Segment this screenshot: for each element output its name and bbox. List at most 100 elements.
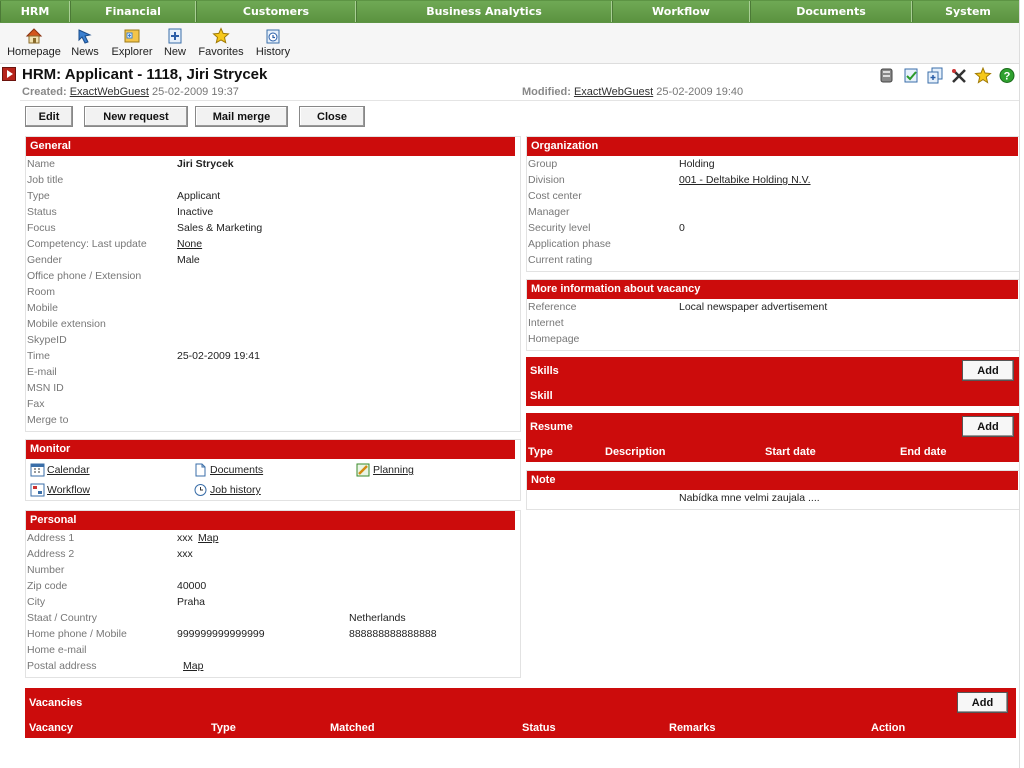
vacancy-info-section: More information about vacancy Reference… <box>526 279 1022 351</box>
created-user-link[interactable]: ExactWebGuest <box>70 86 149 98</box>
address1-label: Address 1 <box>27 532 75 544</box>
field-row: Room <box>26 284 520 300</box>
tools-icon[interactable] <box>950 67 968 84</box>
modified-label: Modified: <box>522 86 571 98</box>
field-row: Competency: Last update None <box>26 236 520 252</box>
menu-workflow[interactable]: Workflow <box>612 1 750 22</box>
field-row: Job title <box>26 172 520 188</box>
field-value[interactable]: 001 - Deltabike Holding N.V. <box>679 172 811 188</box>
organization-section: Organization Group Holding Division 001 - D… <box>526 136 1022 272</box>
field-label: Office phone / Extension <box>27 270 142 282</box>
vacancies-section: Vacancies Add Vacancy Type Matched Statu… <box>25 688 1016 738</box>
field-row: Application phase <box>527 236 1021 252</box>
field-row: Homepage <box>527 331 1021 347</box>
resume-header: Resume <box>530 421 573 433</box>
menu-documents[interactable]: Documents <box>750 1 912 22</box>
page-title: HRM: Applicant - 1118, Jiri Strycek <box>22 66 268 83</box>
staat-country-label: Staat / Country <box>27 612 98 624</box>
new-icon <box>168 28 182 44</box>
field-value[interactable]: None <box>177 236 202 252</box>
scrollbar-edge[interactable] <box>1019 0 1024 768</box>
field-value: 0 <box>679 222 685 234</box>
field-label: Security level <box>528 222 591 234</box>
menu-business-analytics[interactable]: Business Analytics <box>356 1 612 22</box>
country-row: Staat / Country Netherlands <box>26 610 520 626</box>
calendar-icon <box>30 463 45 477</box>
toolbar-homepage[interactable]: Homepage <box>7 27 61 58</box>
skills-add-button[interactable]: Add <box>962 360 1014 381</box>
edit-button[interactable]: Edit <box>25 106 73 127</box>
vacancies-add-button[interactable]: Add <box>957 692 1008 713</box>
title-tools: ? <box>878 66 1016 84</box>
mail-merge-button[interactable]: Mail merge <box>195 106 288 127</box>
zip-label: Zip code <box>27 580 68 592</box>
created-date: 25-02-2009 19:37 <box>152 86 239 98</box>
field-value: Male <box>177 254 200 266</box>
field-label: MSN ID <box>27 382 64 394</box>
menu-financial[interactable]: Financial <box>70 1 196 22</box>
toolbar-favorites[interactable]: Favorites <box>197 27 245 58</box>
field-row: Mobile extension <box>26 316 520 332</box>
toolbar-news[interactable]: News <box>67 27 103 58</box>
created-label: Created: <box>22 86 67 98</box>
toolbar-explorer[interactable]: Explorer <box>110 27 154 58</box>
address1-map-link[interactable]: Map <box>198 530 218 546</box>
number-row: Number <box>26 562 520 578</box>
note-text: Nabídka mne velmi zaujala .... <box>679 492 820 504</box>
personal-section: Personal Address 1 xxx Map Address 2 xxx… <box>25 510 521 678</box>
field-value: Sales & Marketing <box>177 222 263 234</box>
close-button[interactable]: Close <box>299 106 365 127</box>
field-row: Cost center <box>527 188 1021 204</box>
svg-text:?: ? <box>1004 71 1011 83</box>
field-row: Fax <box>26 396 520 412</box>
note-row: Nabídka mne velmi zaujala .... <box>527 490 1021 506</box>
field-row: Manager <box>527 204 1021 220</box>
explorer-icon <box>124 29 140 43</box>
monitor-planning[interactable]: Planning <box>356 463 414 477</box>
modified-user-link[interactable]: ExactWebGuest <box>574 86 653 98</box>
personal-header: Personal <box>26 511 515 530</box>
monitor-calendar[interactable]: Calendar <box>30 463 90 477</box>
monitor-documents[interactable]: Documents <box>193 463 263 477</box>
monitor-workflow[interactable]: Workflow <box>30 483 90 497</box>
postal-row: Postal address Map <box>26 658 520 674</box>
field-label: Time <box>27 350 50 362</box>
note-header: Note <box>527 471 1018 490</box>
print-icon[interactable] <box>878 67 896 84</box>
field-label: Gender <box>27 254 63 266</box>
menu-system[interactable]: System <box>912 1 1024 22</box>
check-list-icon[interactable] <box>902 67 920 84</box>
toolbar: Homepage News Explorer New Favorites His… <box>0 23 1024 64</box>
home-email-row: Home e-mail <box>26 642 520 658</box>
toolbar-new[interactable]: New <box>160 27 190 58</box>
organization-header: Organization <box>527 137 1018 156</box>
field-row: SkypeID <box>26 332 520 348</box>
copy-icon[interactable] <box>926 67 944 84</box>
skills-col-skill: Skill <box>530 390 553 402</box>
modified-date: 25-02-2009 19:40 <box>656 86 744 98</box>
workflow-icon <box>30 483 45 497</box>
monitor-job-history[interactable]: Job history <box>193 483 261 497</box>
field-row: Mobile <box>26 300 520 316</box>
resume-add-button[interactable]: Add <box>962 416 1014 437</box>
vacancies-header: Vacancies <box>29 697 83 709</box>
new-request-button[interactable]: New request <box>84 106 188 127</box>
toolbar-history[interactable]: History <box>253 27 293 58</box>
postal-map-link[interactable]: Map <box>183 658 203 674</box>
address2-value: xxx <box>177 548 193 560</box>
field-row: Type Applicant <box>26 188 520 204</box>
field-label: Manager <box>528 206 570 218</box>
field-label: Internet <box>528 317 564 329</box>
help-icon[interactable]: ? <box>998 67 1016 84</box>
menu-customers[interactable]: Customers <box>196 1 356 22</box>
monitor-section: Monitor Calendar Documents Planning Work… <box>25 439 521 501</box>
field-label: Room <box>27 286 56 298</box>
field-row: Status Inactive <box>26 204 520 220</box>
monitor-workflow-label: Workflow <box>47 484 90 496</box>
field-label: Status <box>27 206 57 218</box>
favorite-star-icon[interactable] <box>974 66 992 84</box>
field-value: Holding <box>679 158 715 170</box>
menu-hrm[interactable]: HRM <box>0 1 70 22</box>
field-row: Reference Local newspaper advertisement <box>527 299 1021 315</box>
field-label: Job title <box>27 174 64 186</box>
